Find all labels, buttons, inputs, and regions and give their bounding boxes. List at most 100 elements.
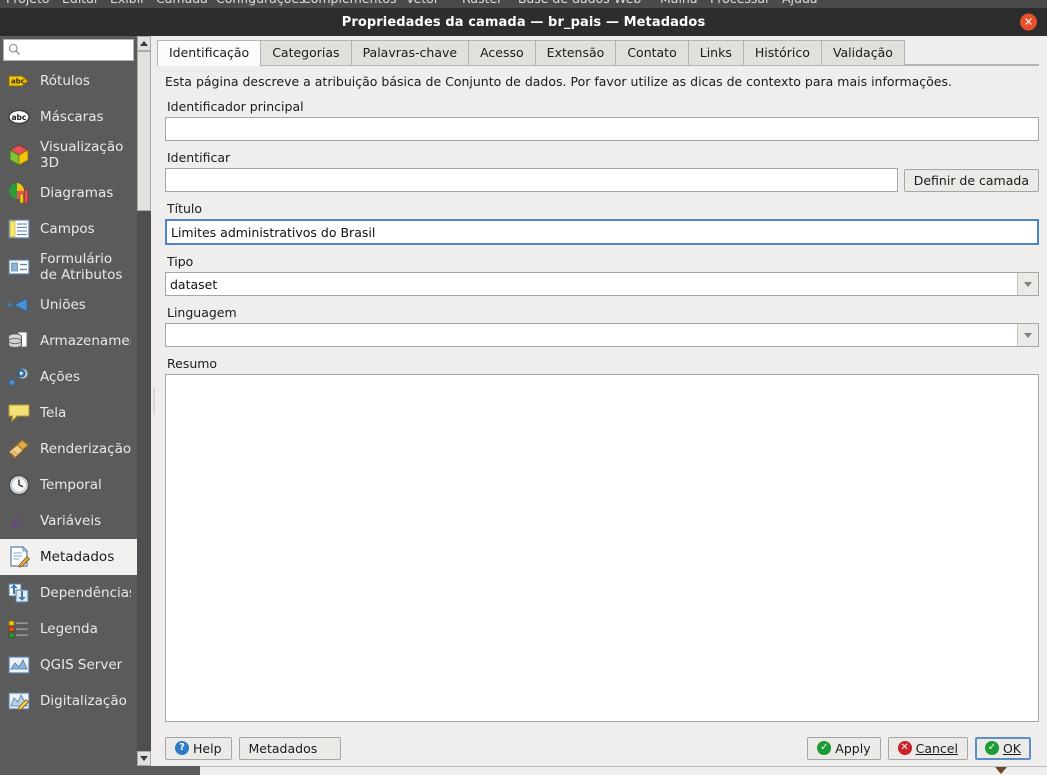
svg-text:abc: abc	[12, 113, 27, 122]
menu-item[interactable]: Base de dados	[518, 0, 610, 6]
menu-item[interactable]: Malha	[660, 0, 698, 6]
tab-acesso[interactable]: Acesso	[468, 40, 536, 65]
metadata-icon	[6, 544, 32, 570]
options-sidebar: abc Rótulos abc Máscaras Visualização 3D…	[0, 36, 137, 766]
ok-button-label: OK	[1002, 740, 1021, 756]
main-window-menubar: Projeto Editar Exibir Camada Configuraçõ…	[0, 0, 1047, 8]
sidebar-item-label: Dependências	[40, 585, 131, 601]
menu-item[interactable]: Configurações	[216, 0, 306, 6]
ok-button[interactable]: ✓ OK	[974, 736, 1031, 760]
metadata-menu-label: Metadados	[248, 740, 318, 756]
dialog-titlebar: Propriedades da camada — br_pais — Metad…	[0, 8, 1047, 36]
sidebar-item-acoes[interactable]: Ações	[0, 359, 137, 395]
apply-button-label: Apply	[835, 740, 871, 756]
sidebar-item-temporal[interactable]: Temporal	[0, 467, 137, 503]
apply-button[interactable]: ✓ Apply	[807, 736, 881, 760]
type-combobox[interactable]: dataset	[165, 272, 1039, 296]
menu-item[interactable]: Camada	[156, 0, 208, 6]
sidebar-item-digitalizacao[interactable]: Digitalização	[0, 683, 137, 719]
scrollbar-thumb[interactable]	[137, 51, 151, 211]
sidebar-item-formulario-de-atributos[interactable]: Formulário de Atributos	[0, 247, 137, 287]
sidebar-item-unioes[interactable]: Uniões	[0, 287, 137, 323]
menu-item[interactable]: Complementos	[302, 0, 397, 6]
sidebar-item-label: Tela	[40, 405, 67, 421]
identification-page: Esta página descreve a atribuição básica…	[157, 66, 1039, 730]
menu-item[interactable]: Vetor	[406, 0, 439, 6]
sidebar-item-armazenamento-auxiliar[interactable]: Armazenamento Auxiliar	[0, 323, 137, 359]
close-icon[interactable]: ✕	[1020, 13, 1037, 31]
sidebar-item-diagramas[interactable]: Diagramas	[0, 175, 137, 211]
check-icon: ✓	[817, 741, 832, 755]
sidebar-item-list: abc Rótulos abc Máscaras Visualização 3D…	[0, 63, 137, 766]
tab-links[interactable]: Links	[687, 40, 744, 65]
type-combobox-value: dataset	[170, 276, 218, 292]
actions-icon	[6, 364, 32, 390]
tab-categorias[interactable]: Categorias	[260, 40, 352, 65]
tab-validacao[interactable]: Validação	[820, 40, 905, 65]
help-button-label: Help	[193, 740, 222, 756]
check-icon: ✓	[984, 741, 999, 755]
menu-item[interactable]: Raster	[462, 0, 502, 6]
identifier-input[interactable]	[165, 168, 898, 192]
parent-identifier-input[interactable]	[165, 117, 1039, 141]
sidebar-item-label: Temporal	[40, 477, 102, 493]
main-window-statusbar-left	[0, 766, 200, 775]
scroll-down-icon[interactable]	[137, 751, 151, 766]
search-box[interactable]	[3, 39, 134, 61]
search-input[interactable]	[24, 42, 129, 58]
sidebar-scrollbar[interactable]	[137, 36, 151, 766]
tab-extensao[interactable]: Extensão	[534, 40, 617, 65]
tab-palavras-chave[interactable]: Palavras-chave	[350, 40, 470, 65]
view3d-icon	[6, 142, 32, 168]
sidebar-item-label: Armazenamento Auxiliar	[40, 333, 131, 349]
digitizing-icon	[6, 688, 32, 714]
sidebar-item-campos[interactable]: Campos	[0, 211, 137, 247]
tab-contato[interactable]: Contato	[615, 40, 689, 65]
tab-identificacao[interactable]: Identificação	[157, 40, 262, 66]
help-button[interactable]: ? Help	[165, 736, 232, 760]
fields-icon	[6, 216, 32, 242]
set-from-layer-button[interactable]: Definir de camada	[903, 168, 1039, 192]
title-input[interactable]	[165, 219, 1039, 245]
qgis-layer-properties-screen: Projeto Editar Exibir Camada Configuraçõ…	[0, 0, 1047, 775]
menu-item[interactable]: Projeto	[6, 0, 50, 6]
page-description: Esta página descreve a atribuição básica…	[165, 74, 952, 89]
metadata-menu-button[interactable]: Metadados	[238, 736, 342, 760]
identifier-label: Identificar	[167, 150, 231, 165]
sidebar-item-rotulos[interactable]: abc Rótulos	[0, 63, 137, 99]
tab-historico[interactable]: Histórico	[742, 40, 822, 65]
menu-item[interactable]: Exibir	[110, 0, 145, 6]
svg-text:ε: ε	[12, 509, 23, 533]
sidebar-item-dependencias[interactable]: Dependências	[0, 575, 137, 611]
menu-item[interactable]: Web	[614, 0, 641, 6]
map-cursor-icon	[995, 767, 1007, 774]
abstract-label: Resumo	[167, 356, 218, 371]
menu-item[interactable]: Processar	[710, 0, 770, 6]
sidebar-item-label: Renderização	[40, 441, 131, 457]
chevron-down-icon[interactable]	[1017, 273, 1038, 295]
sidebar-item-variaveis[interactable]: ε Variáveis	[0, 503, 137, 539]
cancel-button-label: Cancel	[915, 740, 958, 756]
chevron-down-icon[interactable]	[1017, 324, 1038, 346]
sidebar-item-qgis-server[interactable]: QGIS Server	[0, 647, 137, 683]
dialog-title: Propriedades da camada — br_pais — Metad…	[341, 14, 706, 30]
cross-icon: ✕	[897, 741, 912, 755]
rendering-icon	[6, 436, 32, 462]
attribute-form-icon	[6, 254, 32, 280]
sidebar-item-visualizacao-3d[interactable]: Visualização 3D	[0, 135, 137, 175]
metadata-panel: Identificação Categorias Palavras-chave …	[157, 36, 1047, 766]
scroll-up-icon[interactable]	[137, 36, 151, 51]
menu-item[interactable]: Editar	[62, 0, 99, 6]
sidebar-item-mascaras[interactable]: abc Máscaras	[0, 99, 137, 135]
cancel-button[interactable]: ✕ Cancel	[887, 736, 968, 760]
abstract-textarea[interactable]	[165, 374, 1039, 722]
sidebar-item-metadados[interactable]: Metadados	[0, 539, 137, 575]
scrollbar-track[interactable]	[137, 51, 151, 751]
language-combobox[interactable]	[165, 323, 1039, 347]
menu-item[interactable]: Ajuda	[782, 0, 818, 6]
type-label: Tipo	[167, 254, 194, 269]
sidebar-item-legenda[interactable]: Legenda	[0, 611, 137, 647]
sidebar-item-renderizacao[interactable]: Renderização	[0, 431, 137, 467]
qgis-server-icon	[6, 652, 32, 678]
sidebar-item-tela[interactable]: Tela	[0, 395, 137, 431]
